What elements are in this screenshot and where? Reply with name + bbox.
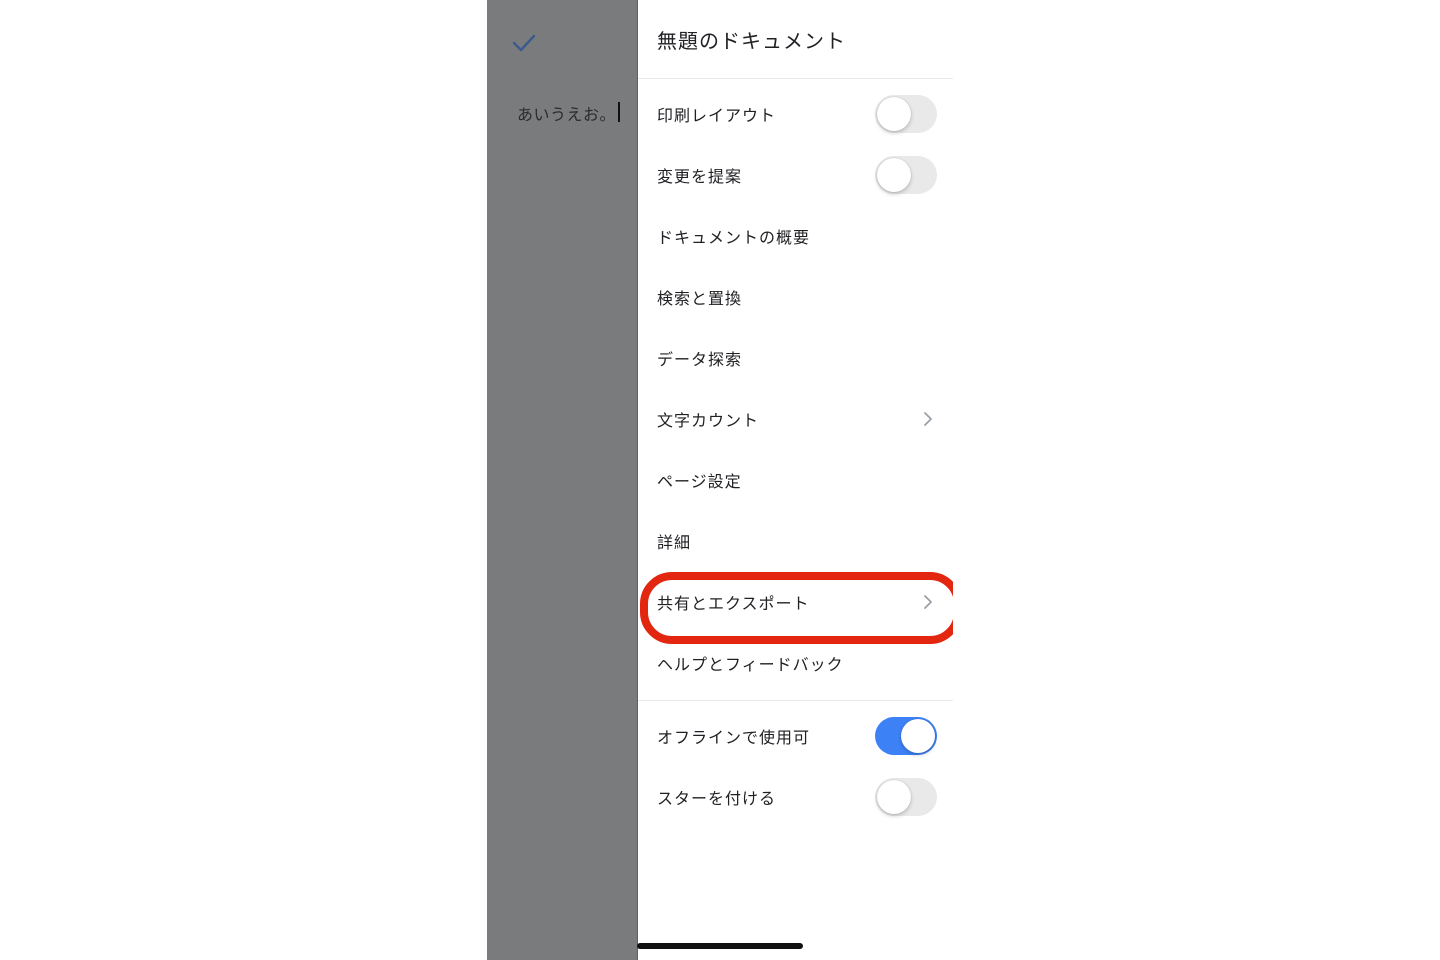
home-indicator[interactable] [637, 943, 803, 949]
menu-item-available-offline[interactable]: オフラインで使用可 [638, 706, 953, 766]
section-divider [638, 700, 953, 701]
print-layout-toggle[interactable] [875, 95, 937, 133]
phone-screen: あいうえお。 無題のドキュメント 印刷レイアウト 変更を提案 ドキュメントの概要… [487, 0, 953, 960]
menu-item-label: スターを付ける [657, 789, 777, 808]
chevron-right-icon [924, 595, 932, 609]
document-pane-dimmed[interactable]: あいうえお。 [487, 0, 637, 960]
menu-item-explore[interactable]: データ探索 [638, 328, 953, 388]
menu-item-label: ページ設定 [657, 472, 742, 491]
toggle-knob [877, 97, 911, 131]
menu-item-label: 共有とエクスポート [657, 594, 810, 613]
menu-item-label: ドキュメントの概要 [657, 228, 811, 247]
menu-item-find-replace[interactable]: 検索と置換 [638, 267, 953, 327]
menu-item-suggest-changes[interactable]: 変更を提案 [638, 145, 953, 205]
menu-item-page-setup[interactable]: ページ設定 [638, 450, 953, 510]
available-offline-toggle[interactable] [875, 717, 937, 755]
check-icon[interactable] [511, 32, 537, 54]
menu-item-label: データ探索 [657, 350, 743, 369]
menu-item-document-outline[interactable]: ドキュメントの概要 [638, 206, 953, 266]
header-divider [638, 78, 953, 79]
document-body-text[interactable]: あいうえお。 [517, 101, 616, 125]
toggle-knob [877, 158, 911, 192]
menu-item-label: 印刷レイアウト [657, 106, 777, 125]
menu-item-star[interactable]: スターを付ける [638, 767, 953, 827]
menu-item-label: オフラインで使用可 [657, 728, 811, 747]
menu-item-help-feedback[interactable]: ヘルプとフィードバック [638, 633, 953, 693]
toggle-knob [901, 719, 935, 753]
menu-item-label: 検索と置換 [657, 289, 743, 308]
menu-item-share-export[interactable]: 共有とエクスポート [638, 572, 953, 632]
document-menu-panel: 無題のドキュメント 印刷レイアウト 変更を提案 ドキュメントの概要 検索と置換 … [638, 0, 953, 960]
menu-item-label: 詳細 [657, 533, 692, 552]
text-cursor [618, 102, 620, 122]
toggle-knob [877, 780, 911, 814]
menu-item-label: ヘルプとフィードバック [657, 655, 844, 674]
menu-item-label: 文字カウント [657, 411, 760, 430]
document-title: 無題のドキュメント [657, 29, 846, 53]
star-toggle[interactable] [875, 778, 937, 816]
menu-item-word-count[interactable]: 文字カウント [638, 389, 953, 449]
suggest-changes-toggle[interactable] [875, 156, 937, 194]
menu-item-label: 変更を提案 [657, 167, 743, 186]
menu-item-details[interactable]: 詳細 [638, 511, 953, 571]
chevron-right-icon [924, 412, 932, 426]
menu-item-print-layout[interactable]: 印刷レイアウト [638, 84, 953, 144]
